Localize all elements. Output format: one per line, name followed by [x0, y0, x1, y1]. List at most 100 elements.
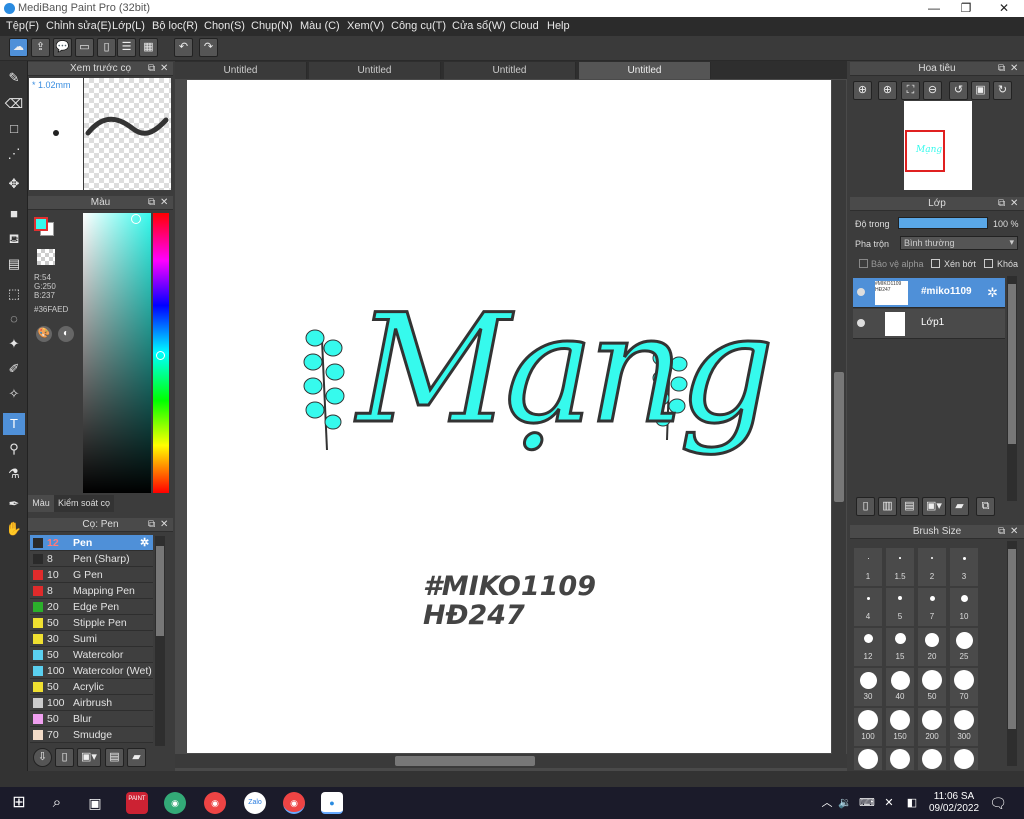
brush-size-cell[interactable]: 3 [950, 548, 978, 586]
menu-help[interactable]: Help [547, 20, 570, 32]
layer-row[interactable]: Lớp1 [853, 309, 1005, 339]
layer-list-scrollbar[interactable] [1007, 276, 1017, 501]
foreground-color-swatch[interactable] [34, 217, 48, 231]
brush-size-scroll-thumb[interactable] [1008, 549, 1016, 729]
layer-row[interactable]: #MIKO1109 HĐ247 #miko1109 ✲ [853, 278, 1005, 308]
eraser-tool-icon[interactable]: ⌫ [3, 93, 25, 115]
upload-icon[interactable]: ⇪ [31, 38, 50, 57]
fill-rect-tool-icon[interactable]: ■ [3, 203, 25, 225]
brush-size-cell[interactable]: 150 [886, 708, 914, 746]
lasso-icon[interactable]: ◌ [3, 308, 25, 330]
undock-icon[interactable]: ⧉ [148, 518, 155, 532]
brush-size-cell[interactable]: 300 [950, 708, 978, 746]
brush-size-scrollbar[interactable] [1007, 541, 1017, 766]
brush-size-cell[interactable]: 7 [918, 588, 946, 626]
brush-item[interactable]: 20 Edge Pen [30, 599, 153, 615]
balloon-tool-icon[interactable]: ⚲ [3, 438, 25, 460]
speech-bubble-icon[interactable]: 💬 [53, 38, 72, 57]
lock-checkbox[interactable] [984, 259, 993, 268]
undock-icon[interactable]: ⧉ [998, 197, 1005, 211]
menu-file[interactable]: Tệp(F) [6, 20, 39, 32]
brush-size-cell[interactable]: 100 [854, 708, 882, 746]
add-layer-menu-icon[interactable]: ▣▾ [922, 497, 946, 516]
gradient-tool-icon[interactable]: ▤ [3, 253, 25, 275]
eye-icon[interactable] [857, 319, 865, 327]
palette-add-icon[interactable]: ◐ [58, 326, 74, 342]
brush-size-cell[interactable]: 12 [854, 628, 882, 666]
magic-wand-icon[interactable]: ✦ [3, 333, 25, 355]
menu-edit[interactable]: Chỉnh sửa(E) [46, 20, 111, 32]
zalo-icon[interactable]: Zalo [244, 792, 266, 814]
brush-size-cell[interactable]: 4 [854, 588, 882, 626]
brush-scroll-thumb[interactable] [156, 546, 164, 636]
undock-icon[interactable]: ⧉ [148, 196, 155, 210]
menu-window[interactable]: Cửa sổ(W) [452, 20, 506, 32]
menu-filter[interactable]: Bộ lọc(R) [152, 20, 198, 32]
panel-close-icon[interactable]: ✕ [160, 518, 168, 532]
brush-size-cell[interactable]: 200 [918, 708, 946, 746]
panel-close-icon[interactable]: ✕ [1010, 525, 1018, 539]
brush-size-cell[interactable] [950, 748, 978, 770]
restore-button[interactable]: ❐ [952, 1, 980, 16]
brush-size-cell[interactable]: 10 [950, 588, 978, 626]
add-brush-icon[interactable]: ▣▾ [77, 748, 101, 767]
brush-item[interactable]: 8 Mapping Pen [30, 583, 153, 599]
chrome-icon[interactable]: ◉ [204, 792, 226, 814]
select-pen-icon[interactable]: ✐ [3, 358, 25, 380]
zoom-in-alt-icon[interactable]: ⊕ [878, 81, 897, 100]
chrome-alt-icon[interactable]: ◉ [164, 792, 186, 814]
menu-capture[interactable]: Chụp(N) [251, 20, 293, 32]
brush-size-cell[interactable]: 70 [950, 668, 978, 706]
redo-icon[interactable]: ↷ [199, 38, 218, 57]
hscroll-thumb[interactable] [395, 756, 535, 766]
hue-slider[interactable] [153, 213, 169, 493]
tab-untitled-1[interactable]: Untitled [175, 62, 307, 79]
layer-settings-gear-icon[interactable]: ✲ [987, 285, 998, 301]
rotate-left-icon[interactable]: ↺ [949, 81, 968, 100]
bucket-tool-icon[interactable]: ⛾ [3, 228, 25, 250]
text-tool-icon[interactable]: T [3, 413, 25, 435]
menu-layer[interactable]: Lớp(L) [112, 20, 145, 32]
rotate-right-icon[interactable]: ↻ [993, 81, 1012, 100]
hue-cursor[interactable] [156, 351, 165, 360]
brush-size-cell[interactable] [854, 748, 882, 770]
zoom-in-icon[interactable]: ⊕ [853, 81, 872, 100]
transparent-color-swatch[interactable] [37, 249, 55, 265]
brush-size-cell[interactable] [886, 748, 914, 770]
volume-icon[interactable]: 🔉 [834, 792, 856, 814]
notification-icon[interactable]: 🗨 [987, 792, 1009, 814]
pen-nib-icon[interactable]: ✒ [3, 493, 25, 515]
undock-icon[interactable]: ⧉ [998, 525, 1005, 539]
vscroll-thumb[interactable] [834, 372, 844, 502]
brush-item[interactable]: 100 Airbrush [30, 695, 153, 711]
canvas-horizontal-scrollbar[interactable] [175, 754, 847, 768]
panel-close-icon[interactable]: ✕ [1010, 197, 1018, 211]
brush-item[interactable]: 10 G Pen [30, 567, 153, 583]
paint-app-icon[interactable]: PAINT [126, 792, 148, 814]
select-eraser-icon[interactable]: ✧ [3, 383, 25, 405]
dot-tool-icon[interactable]: ⋰ [3, 143, 25, 165]
canvas-vertical-scrollbar[interactable] [832, 80, 846, 754]
tab-untitled-3[interactable]: Untitled [444, 62, 576, 79]
search-icon[interactable]: ⌕ [46, 792, 68, 814]
close-button[interactable]: ✕ [990, 1, 1018, 16]
undock-icon[interactable]: ⧉ [148, 62, 155, 76]
brush-settings-icon[interactable]: ▤ [105, 748, 124, 767]
brush-size-cell[interactable]: 1 [854, 548, 882, 586]
sv-cursor[interactable] [131, 214, 141, 224]
brush-size-cell[interactable]: 2 [918, 548, 946, 586]
grid-icon[interactable]: ▦ [139, 38, 158, 57]
new-layer-icon[interactable]: ▯ [856, 497, 875, 516]
layer-scroll-thumb[interactable] [1008, 284, 1016, 444]
medibang-taskbar-icon[interactable]: ● [321, 792, 343, 814]
keyboard-icon[interactable]: ⌨ [856, 792, 878, 814]
comment-icon[interactable]: ▭ [75, 38, 94, 57]
panel-close-icon[interactable]: ✕ [160, 196, 168, 210]
windows-start-icon[interactable]: ⊞ [8, 792, 30, 814]
task-view-icon[interactable]: ▣ [84, 792, 106, 814]
select-rect-icon[interactable]: ⬚ [3, 283, 25, 305]
hand-tool-icon[interactable]: ✋ [3, 518, 25, 540]
brush-settings-gear-icon[interactable]: ✲ [140, 536, 149, 549]
clipping-checkbox[interactable] [931, 259, 940, 268]
protect-alpha-checkbox[interactable] [859, 259, 868, 268]
